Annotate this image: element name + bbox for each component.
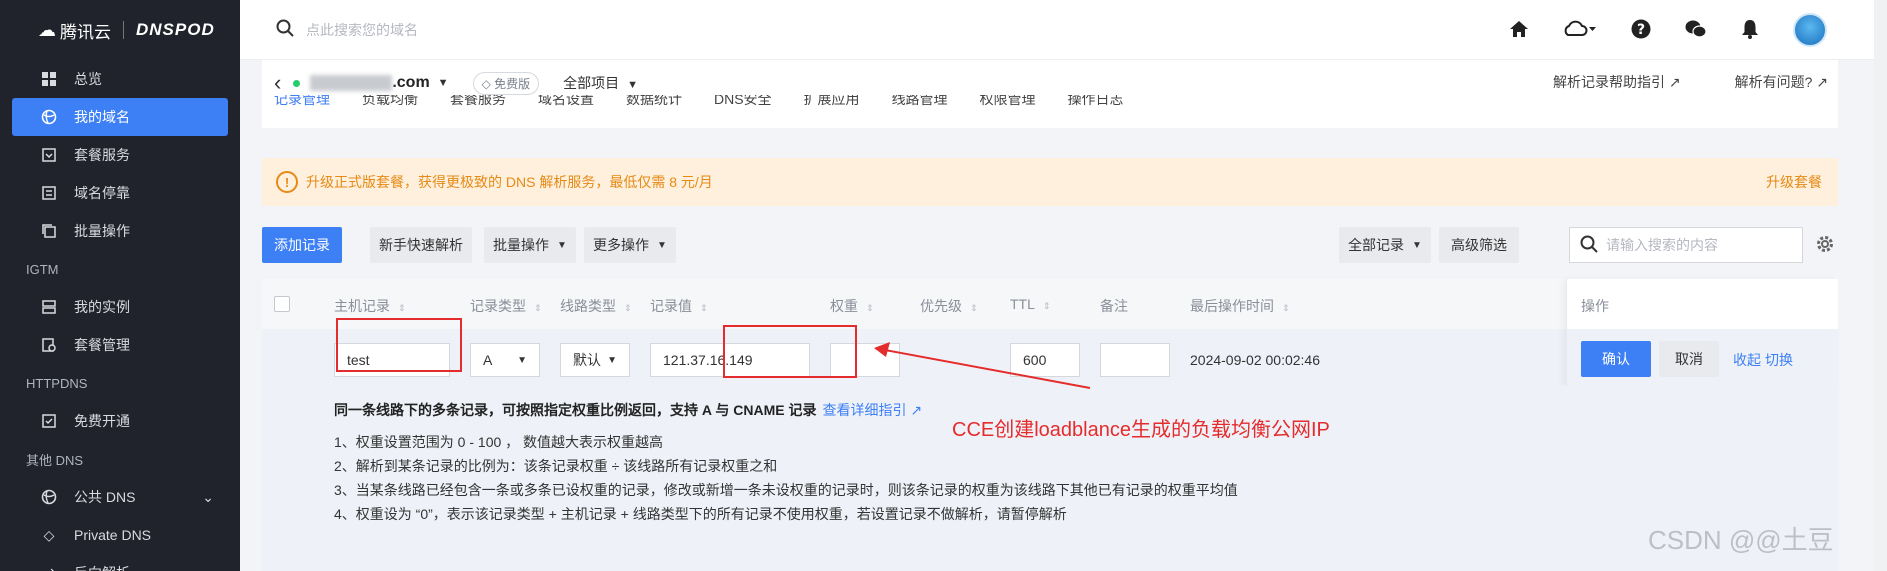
annotation-arrow <box>874 342 1091 389</box>
annotation-label: CCE创建loadblance生成的负载均衡公网IP <box>952 419 1330 441</box>
scrollbar[interactable] <box>1874 0 1887 571</box>
watermark: CSDN @@土豆 <box>1648 525 1834 555</box>
